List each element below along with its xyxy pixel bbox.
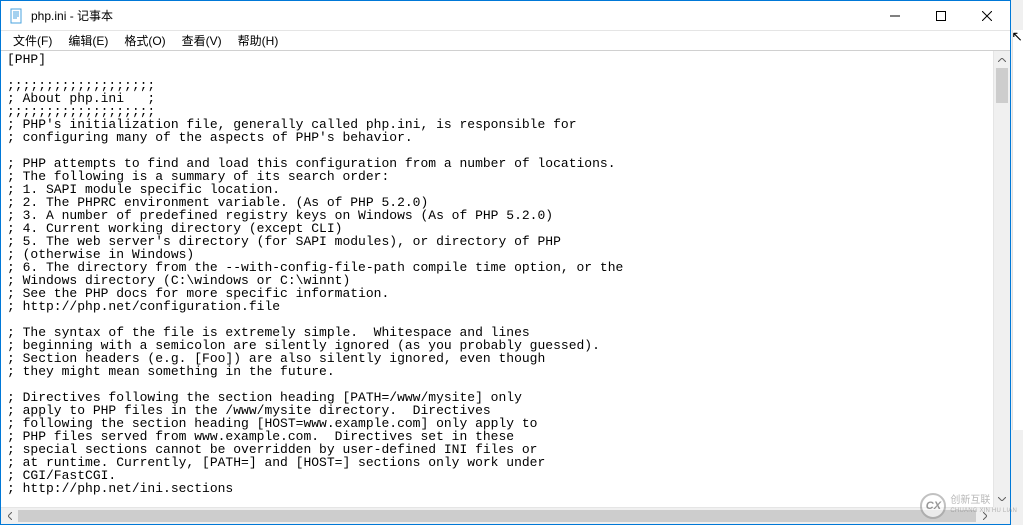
menubar: 文件(F) 编辑(E) 格式(O) 查看(V) 帮助(H): [1, 31, 1010, 51]
app-icon: [9, 8, 25, 24]
minimize-button[interactable]: [872, 1, 918, 31]
scroll-left-button[interactable]: [1, 508, 18, 524]
maximize-icon: [936, 11, 946, 21]
minimize-icon: [890, 11, 900, 21]
menu-help[interactable]: 帮助(H): [230, 30, 287, 51]
close-button[interactable]: [964, 1, 1010, 31]
menu-file[interactable]: 文件(F): [5, 30, 60, 51]
vertical-scrollbar[interactable]: [993, 51, 1010, 507]
watermark-text: 创新互联 CHUANG XIN HU LIAN: [950, 495, 1017, 517]
scroll-thumb-horizontal[interactable]: [18, 510, 976, 522]
close-icon: [982, 11, 992, 21]
menu-view[interactable]: 查看(V): [174, 30, 230, 51]
scroll-track-horizontal[interactable]: [18, 508, 976, 524]
notepad-window: php.ini - 记事本 文件(F) 编辑(E) 格式(O) 查看(V) 帮助…: [0, 0, 1011, 525]
cursor-icon: ↖: [1011, 28, 1023, 45]
background-window-edge: [1012, 30, 1023, 430]
horizontal-scroll-row: [1, 507, 1010, 524]
watermark-line1: 创新互联: [950, 495, 1017, 506]
menu-format[interactable]: 格式(O): [116, 30, 173, 51]
chevron-up-icon: [998, 58, 1006, 62]
watermark: CX 创新互联 CHUANG XIN HU LIAN: [920, 493, 1017, 519]
horizontal-scrollbar[interactable]: [1, 507, 993, 524]
watermark-badge: CX: [920, 493, 946, 519]
titlebar[interactable]: php.ini - 记事本: [1, 1, 1010, 31]
maximize-button[interactable]: [918, 1, 964, 31]
scroll-thumb-vertical[interactable]: [996, 68, 1008, 103]
scroll-track-vertical[interactable]: [994, 68, 1010, 490]
menu-edit[interactable]: 编辑(E): [60, 30, 116, 51]
window-title: php.ini - 记事本: [31, 7, 872, 24]
content-area: [PHP] ;;;;;;;;;;;;;;;;;;; ; About php.in…: [1, 51, 1010, 507]
scroll-up-button[interactable]: [994, 51, 1010, 68]
chevron-left-icon: [8, 512, 12, 520]
window-controls: [872, 1, 1010, 30]
text-content[interactable]: [PHP] ;;;;;;;;;;;;;;;;;;; ; About php.in…: [1, 51, 993, 507]
watermark-line2: CHUANG XIN HU LIAN: [950, 506, 1017, 517]
